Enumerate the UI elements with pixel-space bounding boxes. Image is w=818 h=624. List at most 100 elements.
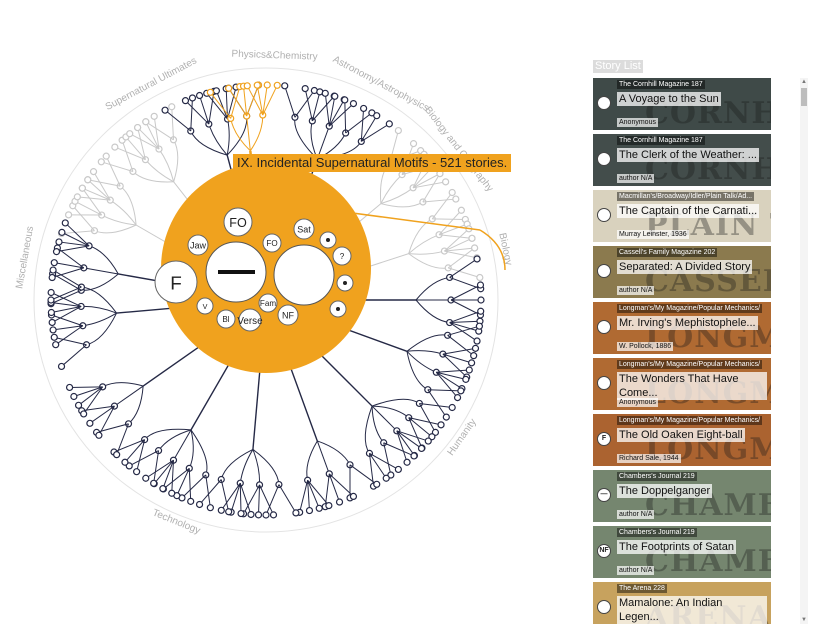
tree-leaf[interactable]	[70, 392, 78, 401]
tree-leaf[interactable]	[409, 140, 418, 148]
tree-leaf[interactable]	[206, 504, 214, 512]
tree-leaf[interactable]	[292, 509, 300, 517]
story-title[interactable]: Mr. Irving's Mephistophele...	[617, 316, 758, 330]
tree-leaf[interactable]	[102, 152, 110, 160]
scroll-thumb[interactable]	[801, 88, 807, 106]
story-list[interactable]: CORNHILL The Cornhill Magazine 187 A Voy…	[593, 78, 773, 624]
tree-leaf[interactable]	[95, 431, 103, 439]
tree-leaf[interactable]	[477, 307, 485, 315]
tree-leaf[interactable]	[111, 143, 119, 151]
tree-leaf[interactable]	[74, 401, 83, 409]
story-title[interactable]: A Voyage to the Sun	[617, 92, 721, 106]
story-title[interactable]: The Footprints of Satan	[617, 540, 736, 554]
tree-leaf[interactable]	[113, 451, 121, 459]
category-label[interactable]: Astronomy/Astrophysics	[331, 54, 431, 114]
scroll-up-arrow-icon[interactable]: ▲	[800, 78, 808, 86]
tree-leaf[interactable]	[269, 511, 278, 519]
motif-sunburst-tree[interactable]: Supernatural Ultimates Physics&Chemistry A…	[0, 0, 590, 624]
tree-leaf[interactable]	[168, 489, 176, 497]
tree-leaf[interactable]	[225, 508, 233, 516]
tree-leaf[interactable]	[49, 326, 57, 334]
story-title[interactable]: The Captain of the Carnati...	[617, 204, 760, 218]
story-card[interactable]: ARENA The Arena 228 Mamalone: An Indian …	[593, 582, 771, 624]
tree-leaf[interactable]	[373, 112, 381, 120]
tree-leaf[interactable]	[254, 511, 263, 519]
tree-leaf[interactable]	[349, 99, 358, 108]
tree-leaf[interactable]	[121, 458, 129, 466]
tree-leaf[interactable]	[48, 273, 56, 282]
tree-leaf[interactable]	[473, 255, 481, 263]
story-card[interactable]: LONGMAN'S F Longman's/My Magazine/Popula…	[593, 414, 771, 466]
tree-leaf[interactable]	[47, 288, 55, 297]
category-label[interactable]: Technology	[151, 507, 202, 536]
tree-leaf[interactable]	[47, 296, 55, 304]
tree-leaf[interactable]	[305, 506, 314, 515]
story-list-scrollbar[interactable]: ▲ ▼	[800, 78, 808, 624]
tree-leaf[interactable]	[134, 123, 142, 132]
tree-leaf[interactable]	[394, 465, 402, 474]
story-card[interactable]: CHAMBERS'S NF Chambers's Journal 219 The…	[593, 526, 771, 578]
story-card[interactable]: CASSELL'S Cassell's Family Magazine 202 …	[593, 246, 771, 298]
story-card[interactable]: LONGMAN'S Longman's/My Magazine/Popular …	[593, 358, 771, 410]
tree-leaf[interactable]	[206, 88, 214, 96]
tree-leaf[interactable]	[442, 178, 450, 186]
tree-leaf[interactable]	[335, 498, 344, 506]
category-label[interactable]: Supernatural Ultimates	[104, 55, 199, 112]
tree-leaf[interactable]	[360, 104, 368, 113]
tree-leaf[interactable]	[80, 410, 88, 418]
category-label[interactable]: Biology and Geography	[422, 105, 495, 194]
tree-leaf[interactable]	[50, 333, 58, 341]
tree-leaf[interactable]	[225, 84, 233, 92]
tree-leaf[interactable]	[349, 492, 358, 501]
story-card[interactable]: LONGMAN'S Longman's/My Magazine/Popular …	[593, 302, 771, 354]
tree-leaf[interactable]	[49, 266, 57, 274]
story-card[interactable]: CHAMBERS'S — Chambers's Journal 219 The …	[593, 470, 771, 522]
tree-leaf[interactable]	[476, 273, 484, 282]
tree-leaf[interactable]	[382, 474, 390, 482]
scroll-down-arrow-icon[interactable]: ▼	[800, 616, 808, 624]
story-title[interactable]: Mamalone: An Indian Legen...	[617, 596, 767, 624]
tree-leaf[interactable]	[263, 81, 271, 89]
tree-leaf[interactable]	[462, 375, 470, 383]
tree-leaf[interactable]	[150, 479, 158, 487]
tree-leaf[interactable]	[161, 106, 169, 114]
tree-leaf[interactable]	[195, 91, 204, 100]
tree-leaf[interactable]	[477, 296, 485, 304]
tree-leaf[interactable]	[331, 92, 339, 100]
tree-leaf[interactable]	[470, 352, 478, 360]
tree-leaf[interactable]	[50, 259, 58, 267]
tree-leaf[interactable]	[410, 452, 418, 460]
tree-leaf[interactable]	[89, 168, 98, 176]
tree-leaf[interactable]	[325, 502, 333, 510]
story-title[interactable]: The Doppelganger	[617, 484, 713, 498]
tree-leaf[interactable]	[453, 394, 462, 402]
tree-leaf[interactable]	[55, 238, 63, 246]
tree-leaf[interactable]	[61, 219, 69, 227]
tree-leaf[interactable]	[237, 509, 245, 518]
tree-leaf[interactable]	[73, 193, 81, 201]
tree-leaf[interactable]	[52, 341, 60, 349]
tree-leaf[interactable]	[97, 158, 105, 166]
tree-leaf[interactable]	[133, 468, 141, 476]
tree-leaf[interactable]	[452, 195, 460, 203]
tree-leaf[interactable]	[47, 308, 55, 317]
tree-leaf[interactable]	[468, 359, 476, 367]
tree-leaf[interactable]	[52, 248, 61, 256]
category-label[interactable]: Miscellaneous	[14, 225, 36, 289]
story-card[interactable]: PLAIN TALK Macmillan's/Broadway/Idler/Pl…	[593, 190, 771, 242]
tree-leaf[interactable]	[159, 485, 167, 493]
tree-leaf[interactable]	[181, 97, 190, 105]
tree-leaf[interactable]	[86, 419, 94, 427]
tree-leaf[interactable]	[243, 82, 251, 90]
tree-leaf[interactable]	[448, 188, 456, 197]
tree-leaf[interactable]	[394, 126, 402, 135]
tree-leaf[interactable]	[321, 89, 329, 97]
tree-leaf[interactable]	[126, 130, 134, 138]
empty-motif-bubble[interactable]	[273, 244, 335, 306]
tree-leaf[interactable]	[341, 96, 349, 104]
tree-leaf[interactable]	[273, 81, 281, 89]
category-label[interactable]: Physics&Chemistry	[231, 49, 317, 63]
tree-leaf[interactable]	[64, 211, 73, 219]
tree-leaf[interactable]	[448, 403, 456, 412]
tree-leaf[interactable]	[84, 176, 92, 184]
